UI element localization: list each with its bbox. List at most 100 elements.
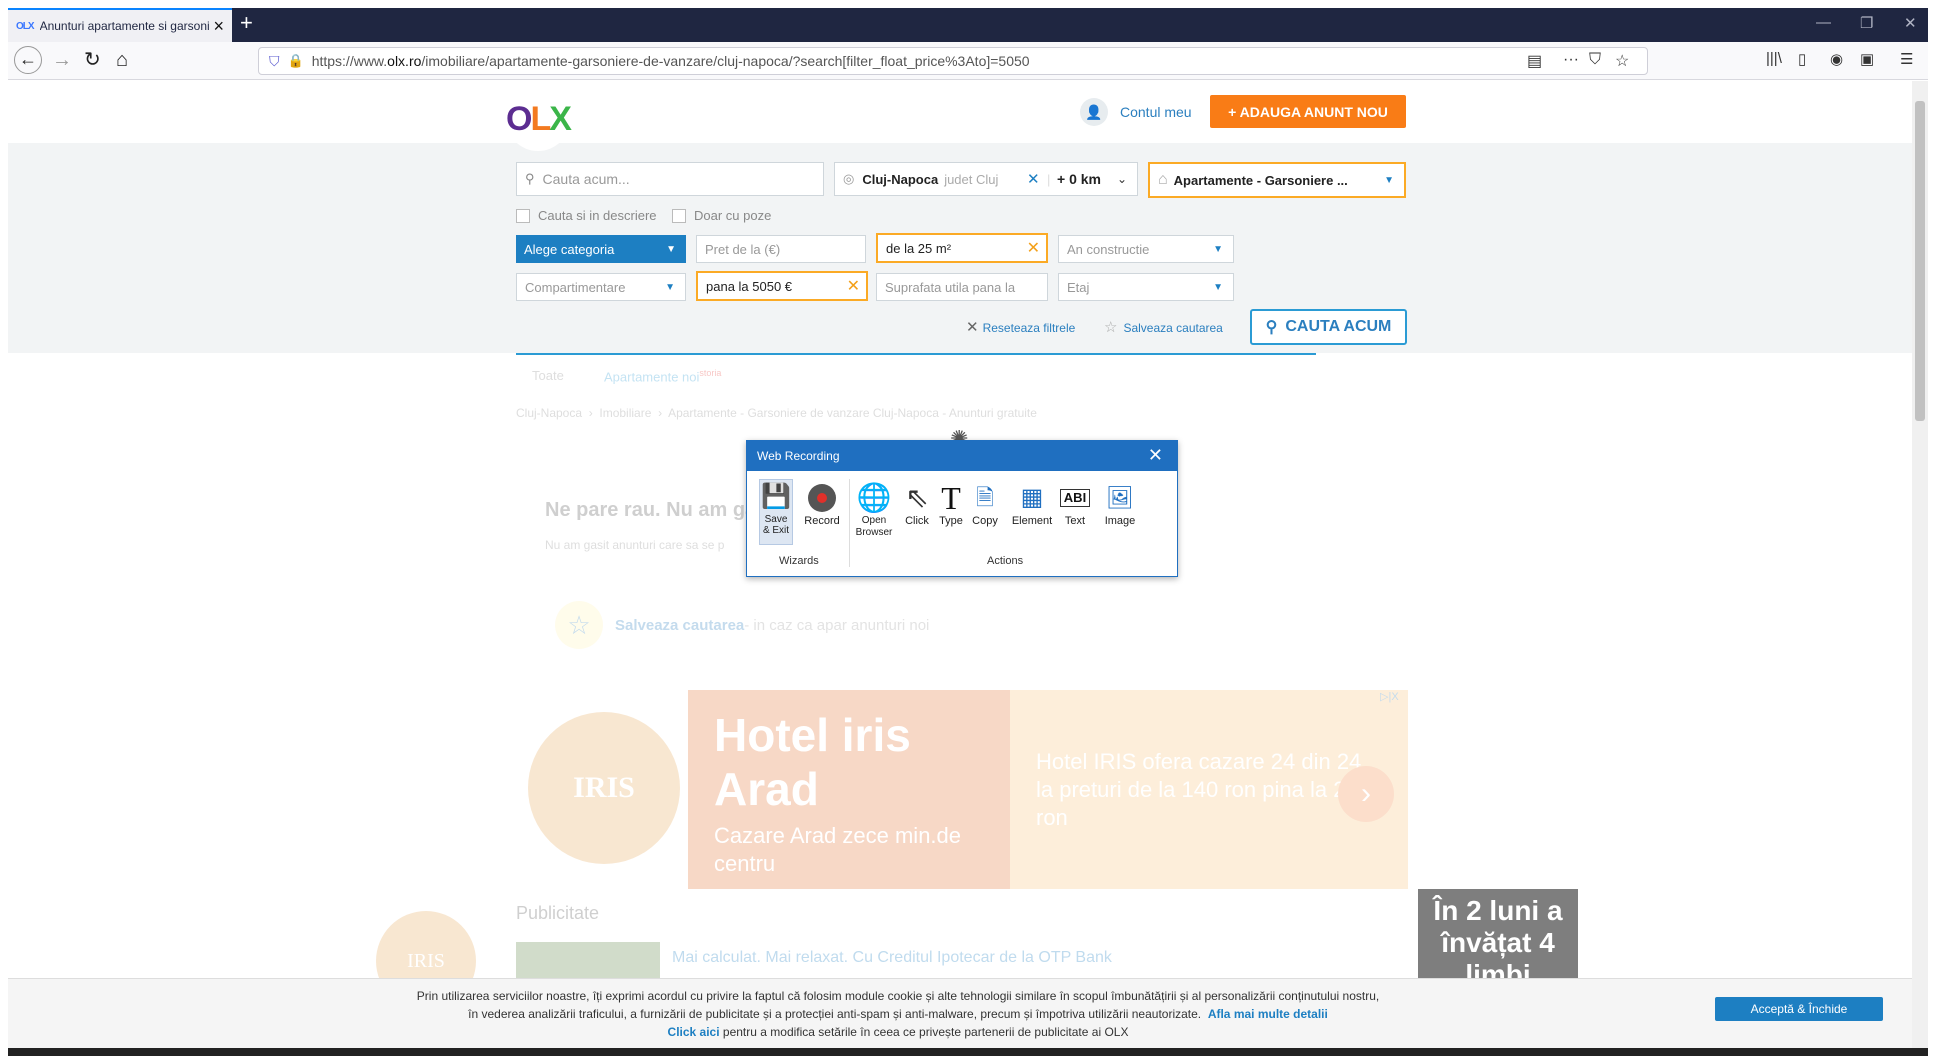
back-icon[interactable]: ← bbox=[14, 46, 42, 74]
web-recording-titlebar[interactable]: Web Recording ✕ bbox=[747, 441, 1177, 471]
restore-icon[interactable]: ❐ bbox=[1860, 14, 1873, 32]
category-select[interactable]: ⌂ Apartamente - Garsoniere ... ▼ bbox=[1148, 162, 1406, 198]
clear-price-icon[interactable]: ✕ bbox=[847, 276, 860, 296]
empty-results-title: Ne pare rau. Nu am găsit bbox=[545, 499, 780, 521]
close-tab-icon[interactable]: × bbox=[213, 16, 224, 37]
globe-icon: 🌐 bbox=[856, 482, 892, 513]
house-icon: ⌂ bbox=[1158, 171, 1168, 188]
cookie-text: Prin utilizarea serviciilor noastre, îți… bbox=[416, 989, 1380, 1039]
library-icon[interactable]: |||\ bbox=[1766, 50, 1782, 67]
dropdown-arrow-icon: ▼ bbox=[1384, 174, 1394, 186]
user-icon: 👤 bbox=[1080, 98, 1108, 126]
save-search-link[interactable]: ☆ Salveaza cautarea bbox=[1104, 318, 1223, 336]
chevron-down-icon: ⌄ bbox=[1116, 172, 1127, 186]
extension-icon[interactable]: ▣ bbox=[1860, 50, 1874, 68]
image-action-button[interactable]: 🖼 Image bbox=[1097, 481, 1143, 528]
search-icon: ⚲ bbox=[525, 171, 535, 186]
panel-title: Web Recording bbox=[757, 449, 840, 463]
copy-action-button[interactable]: 🗎 Copy bbox=[965, 481, 1005, 528]
sidebar-icon[interactable]: ▯ bbox=[1798, 50, 1806, 68]
breadcrumb-city[interactable]: Cluj-Napoca bbox=[516, 406, 582, 420]
new-tab-icon[interactable]: + bbox=[240, 10, 253, 36]
photos-only-checkbox[interactable]: Doar cu poze bbox=[672, 208, 771, 223]
window-close-icon[interactable]: ✕ bbox=[1904, 14, 1917, 32]
element-grid-icon: ▦ bbox=[1020, 484, 1044, 511]
ad-headline: Hotel iris Arad bbox=[714, 709, 911, 815]
search-button[interactable]: ⚲ CAUTA ACUM bbox=[1250, 309, 1407, 345]
olx-logo[interactable]: OLX bbox=[506, 87, 572, 151]
search-input[interactable]: ⚲ Cauta acum... bbox=[516, 162, 824, 196]
text-action-button[interactable]: ABI Text bbox=[1055, 481, 1095, 527]
account-label: Contul meu bbox=[1120, 104, 1192, 120]
cookie-click-link[interactable]: Click aici bbox=[668, 1025, 720, 1039]
ad-arrow-icon[interactable]: › bbox=[1338, 766, 1394, 822]
location-input[interactable]: ◎ Cluj-Napoca judet Cluj ✕ | + 0 km ⌄ bbox=[834, 162, 1138, 196]
publicitate-heading: Publicitate bbox=[516, 903, 600, 923]
toolbar-separator bbox=[849, 479, 850, 567]
element-action-button[interactable]: ▦ Element bbox=[1009, 481, 1055, 528]
clear-area-icon[interactable]: ✕ bbox=[1027, 238, 1040, 258]
price-from-input[interactable]: Pret de la (€) bbox=[696, 235, 866, 263]
results-tab-divider bbox=[516, 353, 1316, 355]
empty-results-text: Nu am gasit anunturi care sa se p bbox=[545, 538, 725, 552]
web-recording-panel: Web Recording ✕ 💾 Save & Exit Record 🌐 Open… bbox=[746, 440, 1178, 577]
accept-cookies-button[interactable]: Acceptă & Închide bbox=[1715, 997, 1883, 1021]
star-icon: ☆ bbox=[1104, 319, 1118, 336]
forward-icon[interactable]: → bbox=[52, 48, 72, 72]
compartments-select[interactable]: Compartimentare ▼ bbox=[516, 273, 686, 301]
price-to-input[interactable]: pana la 5050 € ✕ bbox=[696, 271, 868, 301]
navigation-bar: ← → ↻ ⌂ ⛉ 🔒 https://www.olx.ro/imobiliar… bbox=[8, 42, 1928, 80]
text-abc-icon: ABI bbox=[1055, 481, 1095, 515]
radius-select[interactable]: + 0 km bbox=[1057, 171, 1101, 187]
breadcrumb-category[interactable]: Imobiliare bbox=[599, 406, 651, 420]
url-bar[interactable]: ⛉ 🔒 https://www.olx.ro/imobiliare/aparta… bbox=[258, 47, 1648, 75]
copy-document-icon: 🗎 bbox=[976, 485, 994, 510]
open-browser-button[interactable]: 🌐 Open Browser bbox=[851, 481, 897, 539]
area-from-input[interactable]: de la 25 m² ✕ bbox=[876, 233, 1048, 263]
pocket-icon[interactable]: ⛉ bbox=[1589, 51, 1601, 69]
reader-view-icon[interactable]: ▤ bbox=[1527, 51, 1542, 71]
tab-title: Anunturi apartamente si garsoniere... bbox=[39, 19, 210, 33]
subcategory-select[interactable]: Alege categoria ▼ bbox=[516, 235, 686, 263]
hotel-iris-ad[interactable]: IRIS Hotel iris Arad Cazare Arad zece min… bbox=[516, 690, 1408, 889]
search-icon: ⚲ bbox=[1265, 319, 1278, 336]
adchoices-icon[interactable]: ▷|X bbox=[1380, 690, 1399, 703]
my-account-link[interactable]: 👤 Contul meu bbox=[1080, 98, 1192, 126]
tab-all[interactable]: Toate bbox=[532, 368, 564, 383]
home-icon[interactable]: ⌂ bbox=[116, 48, 128, 72]
record-button[interactable]: Record bbox=[799, 481, 845, 527]
scrollbar-thumb[interactable] bbox=[1915, 101, 1925, 421]
menu-icon[interactable]: ☰ bbox=[1900, 50, 1913, 68]
more-actions-icon[interactable]: ··· bbox=[1563, 51, 1579, 69]
add-listing-button[interactable]: + ADAUGA ANUNT NOU bbox=[1210, 95, 1406, 128]
minimize-icon[interactable]: — bbox=[1816, 14, 1831, 31]
tab-new-apartments[interactable]: Apartamente noistoria bbox=[604, 368, 721, 384]
account-icon[interactable]: ◉ bbox=[1830, 50, 1843, 68]
reset-filters-link[interactable]: ✕ Reseteaza filtrele bbox=[966, 318, 1075, 336]
area-to-input[interactable]: Suprafata utila pana la bbox=[876, 273, 1048, 301]
url-text: https://www.olx.ro/imobiliare/apartament… bbox=[311, 53, 1030, 69]
browser-tab-strip: OLX Anunturi apartamente si garsoniere..… bbox=[8, 8, 1928, 42]
search-description-checkbox[interactable]: Cauta si in descriere bbox=[516, 208, 657, 223]
bookmark-star-icon[interactable]: ☆ bbox=[1615, 51, 1629, 71]
close-icon[interactable]: ✕ bbox=[1148, 445, 1163, 466]
dropdown-arrow-icon: ▼ bbox=[1213, 281, 1223, 293]
cookie-more-link[interactable]: Afla mai multe detalii bbox=[1208, 1007, 1328, 1021]
save-exit-button[interactable]: 💾 Save & Exit bbox=[759, 479, 793, 545]
otp-ad-link[interactable]: Mai calculat. Mai relaxat. Cu Creditul I… bbox=[672, 949, 1112, 967]
close-icon: ✕ bbox=[966, 319, 979, 336]
floor-select[interactable]: Etaj ▼ bbox=[1058, 273, 1234, 301]
dropdown-arrow-icon: ▼ bbox=[1213, 243, 1223, 255]
year-built-select[interactable]: An constructie ▼ bbox=[1058, 235, 1234, 263]
clear-location-icon[interactable]: ✕ bbox=[1027, 170, 1040, 188]
cookie-banner: Prin utilizarea serviciilor noastre, îți… bbox=[8, 978, 1920, 1048]
ad-subtitle: Cazare Arad zece min.de centru bbox=[714, 823, 962, 876]
page-scrollbar[interactable] bbox=[1912, 81, 1928, 1048]
browser-tab[interactable]: OLX Anunturi apartamente si garsoniere..… bbox=[8, 8, 232, 42]
breadcrumb: Cluj-Napoca › Imobiliare › Apartamente -… bbox=[516, 406, 1037, 420]
olx-favicon-icon: OLX bbox=[16, 20, 35, 32]
save-search-promo[interactable]: ☆ Salveaza cautarea - in caz ca apar anun… bbox=[555, 601, 929, 649]
image-icon: 🖼 bbox=[1106, 485, 1134, 510]
taskbar bbox=[8, 1048, 1928, 1056]
reload-icon[interactable]: ↻ bbox=[84, 48, 101, 72]
